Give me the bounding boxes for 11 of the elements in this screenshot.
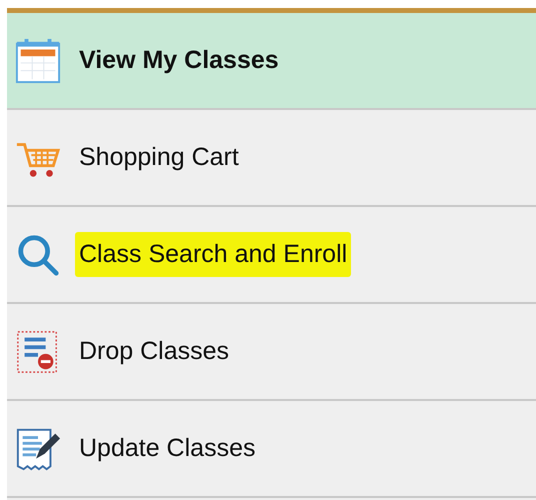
calendar-icon <box>15 38 61 84</box>
menu-item[interactable]: Drop Classes <box>7 304 536 401</box>
menu-item[interactable]: Update Classes <box>7 401 536 498</box>
menu-item[interactable]: View My Classes <box>7 13 536 110</box>
menu-item[interactable]: Shopping Cart <box>7 110 536 207</box>
menu-item[interactable]: Class Search and Enroll <box>7 207 536 304</box>
menu-item-label: Class Search and Enroll <box>75 232 352 277</box>
menu-item-label: Shopping Cart <box>78 142 240 173</box>
menu-item-label: Drop Classes <box>78 336 230 367</box>
menu-item-label: Update Classes <box>78 433 256 464</box>
menu-item-label: View My Classes <box>78 45 280 76</box>
